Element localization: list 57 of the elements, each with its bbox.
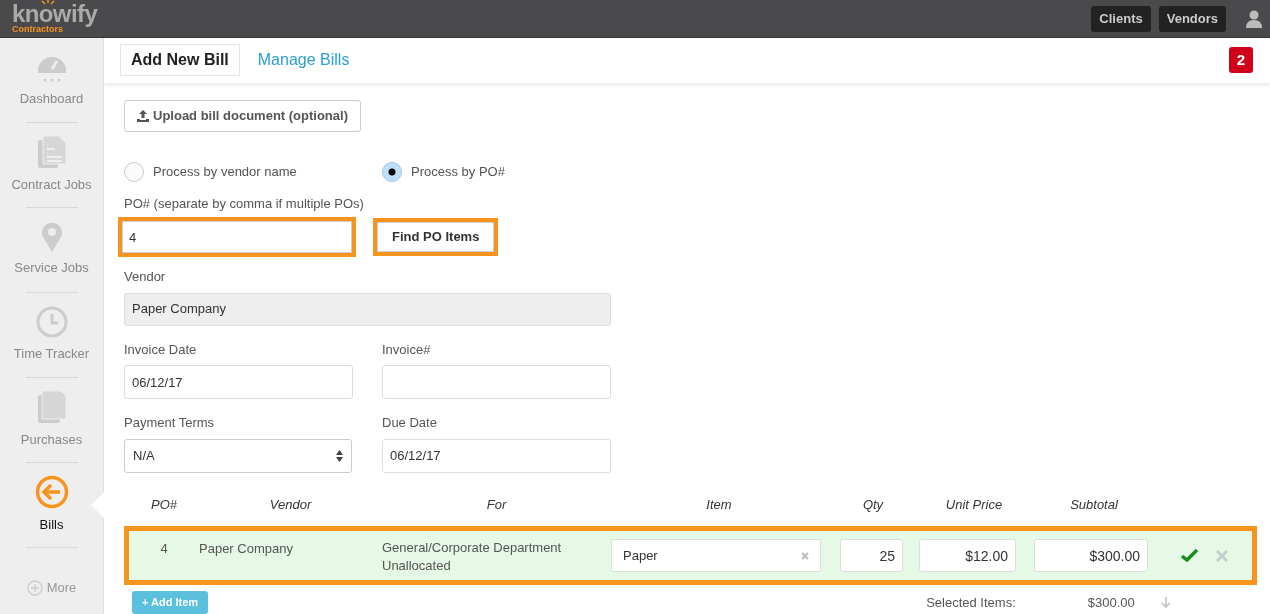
due-date-field[interactable]: 06/12/17	[382, 438, 611, 473]
notification-badge[interactable]: 2	[1229, 47, 1253, 74]
field-label: Due Date	[382, 414, 438, 432]
clock-icon	[35, 306, 68, 339]
table-row[interactable]: 4 Paper Company General/Corporate Department Unallocated Paper 25 $12.00 $300.00	[129, 531, 1252, 580]
po-number-field[interactable]: 4	[122, 221, 352, 253]
checkmark-icon[interactable]	[1181, 549, 1198, 562]
nav-button[interactable]: Vendors	[1158, 5, 1226, 32]
column-header: Item	[706, 495, 732, 514]
selected-items-total: $300.00	[1087, 593, 1135, 612]
column-header: Vendor	[269, 495, 312, 514]
find-po-items-button[interactable]: Find PO Items	[377, 222, 495, 252]
upload-icon	[137, 109, 149, 122]
column-header: Unit Price	[945, 495, 1003, 514]
qty-field[interactable]: 25	[840, 539, 903, 572]
upload-button[interactable]: Upload bill document (optional)	[124, 99, 361, 132]
left-arrow-circle-icon	[34, 475, 69, 510]
table-cell: Paper Company	[199, 541, 293, 556]
field-label: PO# (separate by comma if multiple POs)	[124, 194, 365, 213]
select-arrows-icon	[336, 449, 343, 462]
column-header: Subtotal	[1070, 495, 1118, 514]
column-header: Qty	[862, 495, 884, 514]
radio-button[interactable]	[382, 161, 402, 182]
nav-button[interactable]: Clients	[1091, 5, 1151, 32]
table-cell-text: 4	[160, 540, 168, 558]
subtotal-field[interactable]: $300.00	[1034, 539, 1148, 572]
radio-label: Process by PO#	[411, 162, 505, 181]
map-pin-icon	[40, 222, 63, 253]
logo-text: knowify	[12, 3, 98, 25]
radio-label: Process by vendor name	[153, 162, 297, 181]
selection-pointer	[90, 491, 105, 519]
document-icon	[36, 135, 67, 170]
table-cell-text: General/Corporate Department	[382, 539, 563, 557]
invoice-number-field[interactable]	[382, 365, 611, 399]
payment-terms-select[interactable]: N/A	[124, 438, 352, 473]
sun-icon	[40, 0, 56, 6]
down-arrow-icon[interactable]	[1160, 596, 1171, 609]
close-icon[interactable]	[1216, 549, 1228, 562]
field-label: Invoice#	[382, 340, 432, 359]
tab[interactable]: Add New Bill	[120, 44, 240, 77]
field-label: Payment Terms	[124, 414, 216, 432]
unit-price-field[interactable]: $12.00	[919, 539, 1016, 572]
field-label: Vendor	[124, 268, 167, 286]
column-header: PO#	[151, 495, 177, 514]
invoice-date-field[interactable]: 06/12/17	[124, 365, 353, 399]
field-label: Invoice Date	[124, 340, 198, 359]
clear-icon[interactable]	[801, 551, 809, 560]
column-header: For	[486, 495, 507, 514]
item-field[interactable]: Paper	[611, 539, 821, 572]
plus-circle-icon	[26, 579, 43, 596]
document-stack-icon	[36, 390, 67, 425]
user-icon[interactable]	[1246, 9, 1262, 28]
logo-subtitle: Contractors	[12, 25, 63, 34]
radio-button[interactable]	[124, 161, 144, 182]
sidebar-item[interactable]: Bills	[0, 463, 104, 547]
table-cell-text: Unallocated	[382, 557, 452, 575]
selected-items-label: Selected Items:	[926, 593, 1016, 612]
